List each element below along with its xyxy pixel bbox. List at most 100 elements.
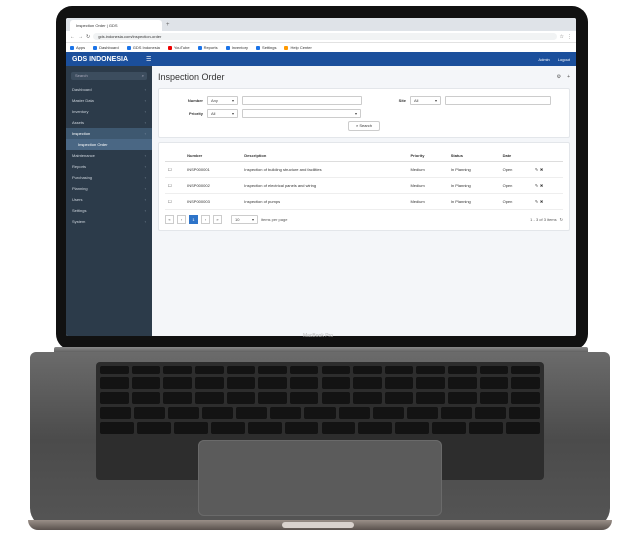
row-checkbox[interactable]: ☐ (168, 183, 172, 188)
delete-icon[interactable]: ✖ (539, 167, 544, 172)
delete-icon[interactable]: ✖ (539, 199, 544, 204)
menu-icon[interactable]: ⋮ (567, 34, 572, 40)
keyboard-key[interactable] (416, 377, 446, 389)
keyboard-key[interactable] (131, 392, 161, 404)
keyboard-key[interactable] (173, 422, 208, 434)
column-header[interactable] (531, 149, 563, 162)
keyboard-key[interactable] (194, 392, 224, 404)
bookmark[interactable]: Help Center (284, 45, 312, 50)
keyboard-key[interactable] (100, 377, 129, 389)
keyboard-key[interactable] (226, 392, 256, 404)
add-icon[interactable]: + (567, 74, 570, 80)
keyboard-key[interactable] (469, 422, 504, 434)
keyboard-key[interactable] (131, 377, 161, 389)
keyboard-key[interactable] (384, 366, 414, 374)
star-icon[interactable]: ☆ (560, 34, 564, 40)
column-header[interactable]: Priority (407, 149, 448, 162)
bookmark[interactable]: GDS Indonesia (126, 45, 160, 50)
browser-tab[interactable]: Inspection Order | GDS (70, 20, 162, 31)
sidebar-item[interactable]: Users ‹ (66, 194, 152, 205)
column-header[interactable]: Status (447, 149, 500, 162)
sidebar-search-input[interactable]: Search ⌕ (71, 72, 147, 80)
sidebar-item[interactable]: Master Data ‹ (66, 95, 152, 106)
keyboard-key[interactable] (479, 392, 509, 404)
table-row[interactable]: ☐ INSP000002 Inspection of electrical pane… (165, 177, 563, 194)
keyboard-key[interactable] (508, 407, 540, 419)
delete-icon[interactable]: ✖ (539, 183, 544, 188)
keyboard-key[interactable] (440, 407, 472, 419)
table-row[interactable]: ☐ INSP000003 Inspection of pumps Medium In P… (165, 193, 563, 210)
per-page-select[interactable]: 10 ▾ (231, 215, 258, 224)
back-icon[interactable]: ← (70, 34, 75, 40)
search-button[interactable]: ⌕ Search (348, 121, 380, 131)
bookmark[interactable]: Settings (256, 45, 276, 50)
logout-link[interactable]: Logout (558, 57, 570, 62)
url-input[interactable]: gds.indonesia.com/inspection-order (93, 33, 557, 40)
keyboard-key[interactable] (284, 422, 319, 434)
priority-dropdown[interactable]: ▾ (242, 108, 361, 118)
sidebar-item[interactable]: Inspection Order (66, 139, 152, 150)
keyboard-key[interactable] (479, 377, 509, 389)
keyboard-key[interactable] (202, 407, 234, 419)
bookmark[interactable]: Dashboard (93, 45, 119, 50)
keyboard-key[interactable] (321, 366, 351, 374)
refresh-icon[interactable]: ↻ (560, 217, 563, 222)
column-header[interactable] (165, 149, 185, 162)
keyboard-key[interactable] (448, 392, 477, 404)
sidebar-item[interactable]: System ‹ (66, 216, 152, 227)
sidebar-item[interactable]: Planning ‹ (66, 183, 152, 194)
priority-select[interactable]: All ▾ (207, 108, 238, 118)
keyboard-key[interactable] (395, 422, 430, 434)
keyboard-key[interactable] (506, 422, 540, 434)
sidebar-item[interactable]: Assets ‹ (66, 117, 152, 128)
keyboard-key[interactable] (289, 366, 319, 374)
column-header[interactable]: Description (241, 149, 408, 162)
keyboard-key[interactable] (416, 366, 446, 374)
keyboard-key[interactable] (511, 392, 540, 404)
keyboard-key[interactable] (210, 422, 245, 434)
keyboard-key[interactable] (511, 377, 540, 389)
keyboard-key[interactable] (194, 366, 224, 374)
settings-icon[interactable]: ⚙ (557, 74, 561, 80)
keyboard-key[interactable] (304, 407, 336, 419)
last-page-button[interactable]: » (213, 215, 222, 224)
keyboard-key[interactable] (134, 407, 166, 419)
keyboard-key[interactable] (226, 377, 256, 389)
keyboard-key[interactable] (194, 377, 224, 389)
keyboard-key[interactable] (353, 392, 382, 404)
table-row[interactable]: ☐ INSP000001 Inspection of building struct… (165, 161, 563, 178)
keyboard-key[interactable] (258, 366, 287, 374)
row-checkbox[interactable]: ☐ (168, 199, 172, 204)
forward-icon[interactable]: → (78, 34, 83, 40)
column-header[interactable]: Number (184, 149, 242, 162)
number-input[interactable] (242, 95, 362, 105)
keyboard-key[interactable] (289, 377, 319, 389)
keyboard-key[interactable] (163, 392, 192, 404)
reload-icon[interactable]: ↻ (86, 34, 90, 40)
sidebar-item[interactable]: Inspection ‹ (66, 128, 152, 139)
sidebar-item[interactable]: Inventory ‹ (66, 106, 152, 117)
new-tab-icon[interactable]: + (166, 20, 170, 31)
sidebar-item[interactable]: Dashboard ‹ (66, 84, 152, 95)
keyboard-key[interactable] (474, 407, 506, 419)
keyboard-key[interactable] (372, 407, 404, 419)
keyboard-key[interactable] (448, 366, 477, 374)
sidebar-item[interactable]: Settings ‹ (66, 205, 152, 216)
keyboard-key[interactable] (289, 392, 319, 404)
keyboard-key[interactable] (131, 366, 161, 374)
keyboard-key[interactable] (168, 407, 200, 419)
keyboard-key[interactable] (384, 377, 414, 389)
page-button[interactable]: 1 (189, 215, 198, 224)
keyboard-key[interactable] (479, 366, 509, 374)
keyboard-key[interactable] (353, 366, 382, 374)
keyboard-key[interactable] (448, 377, 477, 389)
row-checkbox[interactable]: ☐ (168, 167, 172, 172)
keyboard-key[interactable] (406, 407, 438, 419)
keyboard-key[interactable] (100, 392, 129, 404)
trackpad[interactable] (198, 440, 442, 516)
keyboard-key[interactable] (136, 422, 171, 434)
keyboard-key[interactable] (258, 392, 287, 404)
number-select[interactable]: Any ▾ (207, 95, 238, 105)
site-select[interactable]: All ▾ (410, 95, 441, 105)
keyboard-key[interactable] (338, 407, 370, 419)
